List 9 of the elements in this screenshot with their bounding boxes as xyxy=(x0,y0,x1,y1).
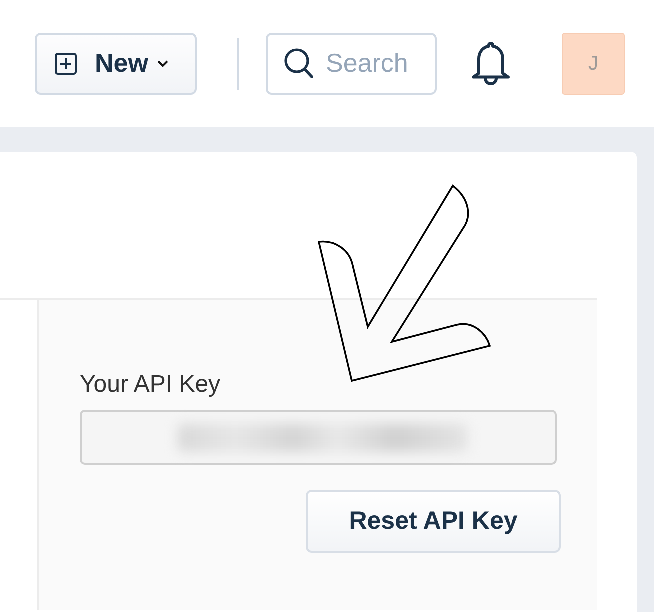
search-field[interactable]: Search xyxy=(266,32,437,94)
new-button[interactable]: New xyxy=(35,32,197,94)
api-key-field[interactable] xyxy=(80,410,557,465)
chevron-down-icon xyxy=(157,60,170,68)
plus-square-icon xyxy=(55,52,77,74)
bell-icon[interactable] xyxy=(470,40,512,86)
api-key-label: Your API Key xyxy=(80,370,221,400)
reset-api-key-button[interactable]: Reset API Key xyxy=(306,490,561,553)
search-icon xyxy=(284,48,314,78)
